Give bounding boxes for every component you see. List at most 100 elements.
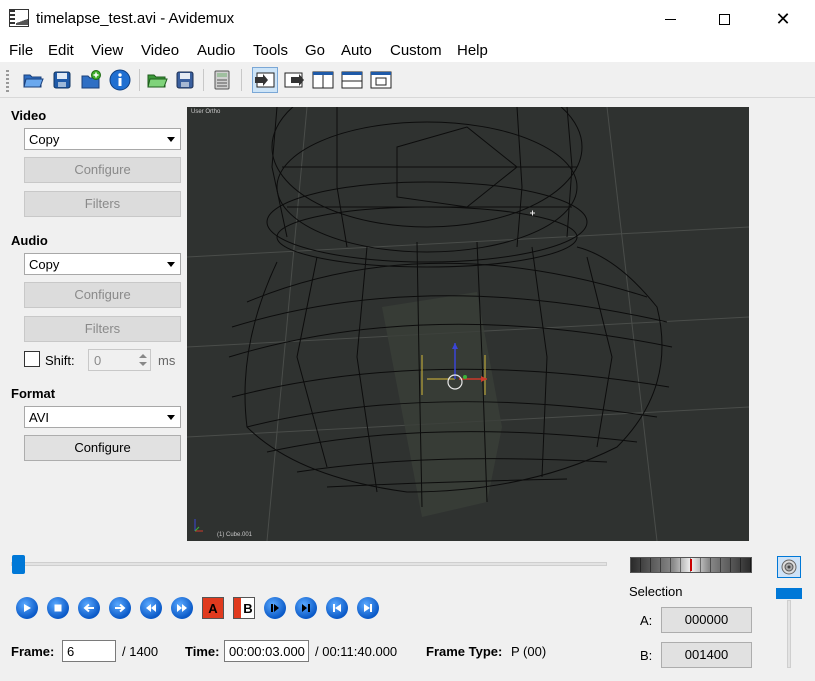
- next-keyframe-button[interactable]: [171, 597, 193, 619]
- marker-b-label: B: [243, 600, 253, 616]
- video-section-title: Video: [11, 108, 47, 123]
- video-configure-button[interactable]: Configure: [24, 157, 181, 183]
- calculator-icon: [214, 70, 230, 90]
- toolbar-separator: [241, 69, 242, 91]
- rewind-icon: [146, 604, 156, 612]
- format-value: AVI: [29, 410, 49, 425]
- frame-type-label: Frame Type:: [426, 644, 503, 659]
- side-by-side-icon: [312, 71, 334, 89]
- video-filters-button[interactable]: Filters: [24, 191, 181, 217]
- video-codec-value: Copy: [29, 132, 60, 147]
- selection-b-button[interactable]: 001400: [661, 642, 752, 668]
- shift-spinbox[interactable]: 0: [88, 349, 151, 371]
- audio-configure-button[interactable]: Configure: [24, 282, 181, 308]
- save-video-button[interactable]: [49, 67, 75, 93]
- time-input[interactable]: 00:00:03.000: [224, 640, 309, 662]
- format-section-title: Format: [11, 386, 56, 401]
- selection-title: Selection: [629, 584, 683, 599]
- volume-slider-track[interactable]: [787, 600, 791, 668]
- menu-go[interactable]: Go: [305, 42, 325, 59]
- dropdown-arrow-icon: [167, 415, 175, 420]
- view-input-button[interactable]: [252, 67, 278, 93]
- info-button[interactable]: [107, 67, 133, 93]
- jog-marker: [690, 559, 692, 571]
- append-file-button[interactable]: [78, 67, 104, 93]
- view-side-by-side-button[interactable]: [310, 67, 336, 93]
- go-to-start-button[interactable]: [326, 597, 348, 619]
- dropdown-arrow-icon: [167, 262, 175, 267]
- set-marker-b-button[interactable]: B: [233, 597, 255, 619]
- spin-up-icon[interactable]: [139, 354, 147, 358]
- audio-codec-select[interactable]: Copy: [24, 253, 181, 275]
- stop-button[interactable]: [47, 597, 69, 619]
- jog-shuttle[interactable]: [630, 557, 752, 573]
- open-project-button[interactable]: [144, 67, 170, 93]
- play-icon: [24, 604, 31, 612]
- toolbar: [0, 62, 815, 98]
- goto-a-icon: [271, 604, 279, 612]
- audio-filters-button[interactable]: Filters: [24, 316, 181, 342]
- viewport-object-label: (1) Cube.001: [217, 532, 253, 538]
- format-configure-button[interactable]: Configure: [24, 435, 181, 461]
- seek-slider-track[interactable]: [11, 562, 607, 566]
- preview-window-icon: [370, 71, 392, 89]
- volume-slider-thumb[interactable]: [776, 588, 802, 599]
- menu-file[interactable]: File: [9, 42, 33, 59]
- menu-custom[interactable]: Custom: [390, 42, 442, 59]
- play-button[interactable]: [16, 597, 38, 619]
- next-frame-button[interactable]: [109, 597, 131, 619]
- save-project-icon: [176, 71, 194, 89]
- view-preview-button[interactable]: [368, 67, 394, 93]
- open-file-button[interactable]: [20, 67, 46, 93]
- minimize-button[interactable]: [647, 0, 693, 38]
- menu-bar: File Edit View Video Audio Tools Go Auto…: [0, 38, 815, 62]
- toolbar-separator: [203, 69, 204, 91]
- window-title: timelapse_test.avi - Avidemux: [36, 10, 235, 27]
- seek-slider-thumb[interactable]: [12, 555, 25, 574]
- toolbar-grip: [6, 70, 9, 92]
- maximize-button[interactable]: [701, 0, 747, 38]
- frame-input[interactable]: 6: [62, 640, 116, 662]
- time-label: Time:: [185, 644, 220, 659]
- menu-help[interactable]: Help: [457, 42, 488, 59]
- previous-frame-button[interactable]: [78, 597, 100, 619]
- go-to-end-button[interactable]: [357, 597, 379, 619]
- spin-down-icon[interactable]: [139, 362, 147, 366]
- maximize-icon: [718, 13, 730, 25]
- toolbar-separator: [139, 69, 140, 91]
- previous-keyframe-button[interactable]: [140, 597, 162, 619]
- skip-forward-icon: [364, 604, 372, 612]
- calculator-button[interactable]: [209, 67, 235, 93]
- skip-back-icon: [333, 604, 341, 612]
- close-button[interactable]: ✕: [760, 0, 806, 38]
- close-icon: ✕: [775, 9, 791, 29]
- set-marker-a-button[interactable]: A: [202, 597, 224, 619]
- selection-a-label: A:: [640, 613, 653, 628]
- shift-checkbox[interactable]: [24, 351, 40, 367]
- volume-button[interactable]: [777, 556, 801, 578]
- go-to-marker-b-button[interactable]: [295, 597, 317, 619]
- go-to-marker-a-button[interactable]: [264, 597, 286, 619]
- save-disk-icon: [53, 71, 71, 89]
- fast-forward-icon: [177, 604, 187, 612]
- menu-video[interactable]: Video: [141, 42, 179, 59]
- stop-icon: [54, 604, 62, 612]
- frame-total: / 1400: [122, 644, 159, 659]
- view-output-button[interactable]: [281, 67, 307, 93]
- menu-audio[interactable]: Audio: [197, 42, 235, 59]
- selection-a-button[interactable]: 000000: [661, 607, 752, 633]
- video-codec-select[interactable]: Copy: [24, 128, 181, 150]
- menu-tools[interactable]: Tools: [253, 42, 288, 59]
- menu-edit[interactable]: Edit: [48, 42, 74, 59]
- menu-auto[interactable]: Auto: [341, 42, 372, 59]
- dropdown-arrow-icon: [167, 137, 175, 142]
- viewport-mode-label: User Ortho: [191, 109, 221, 115]
- time-total: / 00:11:40.000: [315, 644, 398, 659]
- menu-view[interactable]: View: [91, 42, 123, 59]
- save-project-button[interactable]: [172, 67, 198, 93]
- speaker-icon: [781, 559, 797, 575]
- format-select[interactable]: AVI: [24, 406, 181, 428]
- view-top-bottom-button[interactable]: [339, 67, 365, 93]
- audio-codec-value: Copy: [29, 257, 60, 272]
- selection-b-label: B:: [640, 648, 653, 663]
